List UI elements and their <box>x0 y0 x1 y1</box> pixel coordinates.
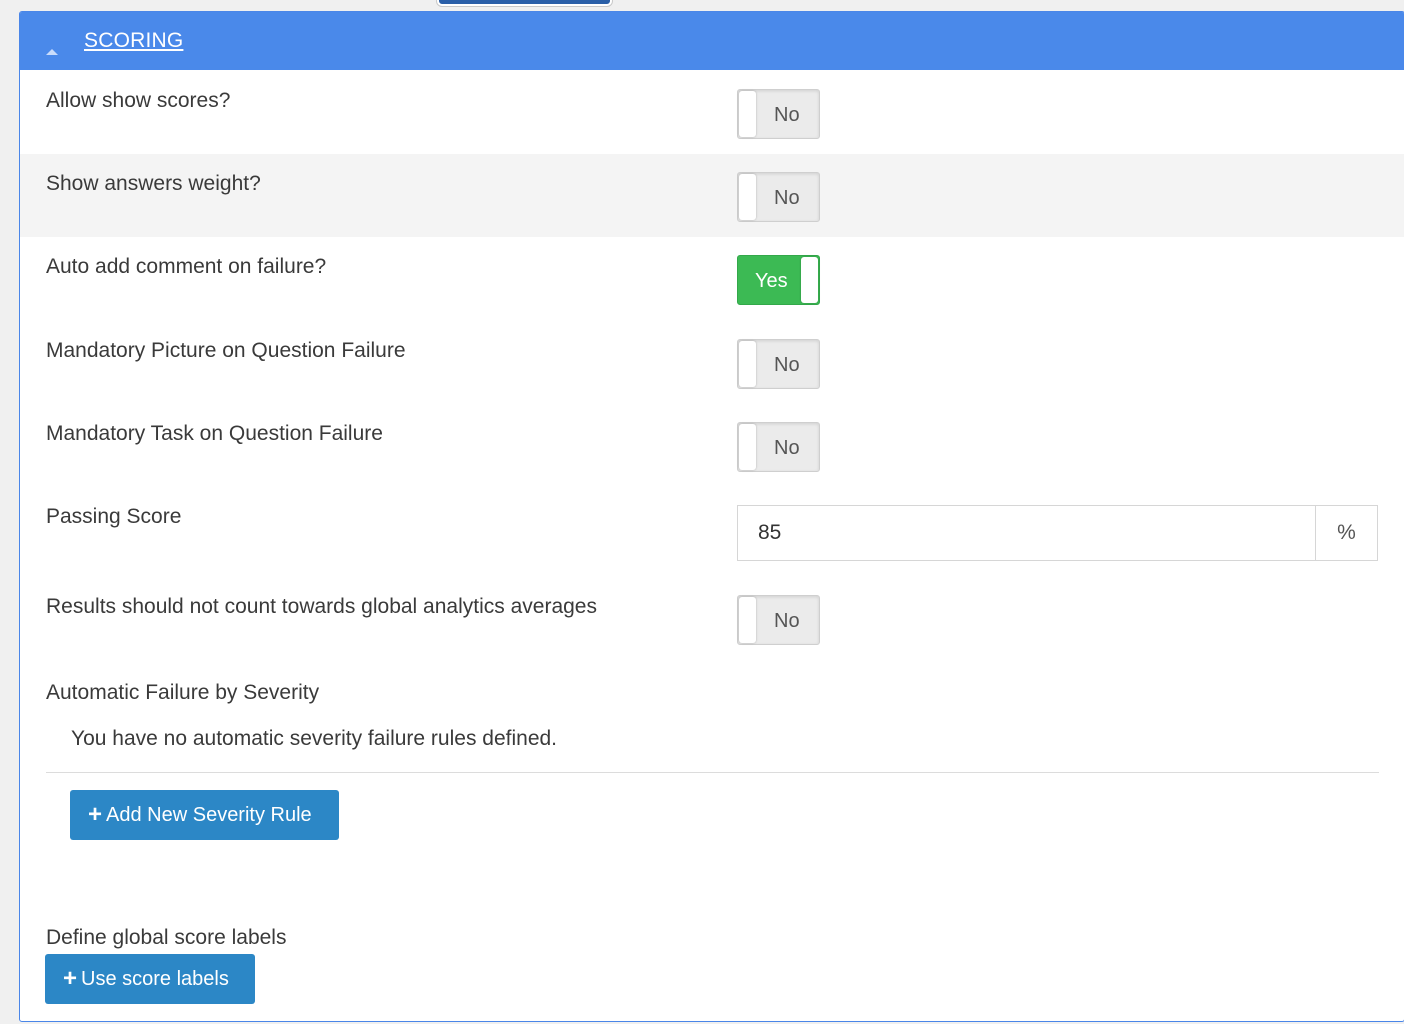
toggle-knob <box>739 424 756 470</box>
passing-score-input[interactable] <box>738 506 1315 560</box>
toggle-state: Yes <box>755 270 788 292</box>
auto-add-comment-toggle[interactable]: Yes <box>737 255 820 305</box>
passing-score-label: Passing Score <box>46 505 182 528</box>
panel-title[interactable]: SCORING <box>84 29 183 53</box>
setting-row-mandatory-picture: Mandatory Picture on Question Failure No <box>20 321 1404 404</box>
toggle-state: No <box>774 187 800 209</box>
add-severity-rule-label: Add New Severity Rule <box>106 803 312 826</box>
mandatory-task-toggle[interactable]: No <box>737 422 820 472</box>
show-answers-weight-toggle[interactable]: No <box>737 172 820 222</box>
setting-row-show-answers-weight: Show answers weight? No <box>20 154 1404 237</box>
setting-label: Show answers weight? <box>46 172 261 195</box>
setting-row-allow-show-scores: Allow show scores? No <box>20 71 1404 154</box>
severity-empty-message: You have no automatic severity failure r… <box>71 727 558 750</box>
setting-label: Results should not count towards global … <box>46 595 597 618</box>
toggle-knob <box>739 91 756 137</box>
panel-header[interactable]: SCORING <box>20 12 1404 70</box>
toggle-knob <box>739 341 756 387</box>
setting-label: Allow show scores? <box>46 89 231 112</box>
use-score-labels-button[interactable]: + Use score labels <box>45 954 255 1004</box>
mandatory-picture-toggle[interactable]: No <box>737 339 820 389</box>
add-severity-rule-button[interactable]: + Add New Severity Rule <box>70 790 339 840</box>
toggle-knob <box>739 597 756 643</box>
setting-row-auto-add-comment: Auto add comment on failure? Yes <box>20 237 1404 320</box>
setting-label: Auto add comment on failure? <box>46 255 327 278</box>
setting-row-mandatory-task: Mandatory Task on Question Failure No <box>20 404 1404 487</box>
caret-up-icon[interactable] <box>46 49 58 55</box>
setting-row-global-analytics: Results should not count towards global … <box>20 577 1404 660</box>
passing-score-group: % <box>737 505 1378 561</box>
toggle-knob <box>739 174 756 220</box>
global-analytics-toggle[interactable]: No <box>737 595 820 645</box>
allow-show-scores-toggle[interactable]: No <box>737 89 820 139</box>
toggle-knob <box>801 257 818 303</box>
toggle-state: No <box>774 610 800 632</box>
setting-label: Mandatory Task on Question Failure <box>46 422 383 445</box>
setting-label: Mandatory Picture on Question Failure <box>46 339 406 362</box>
toggle-state: No <box>774 354 800 376</box>
percent-addon: % <box>1315 506 1377 560</box>
use-score-labels-label: Use score labels <box>81 967 229 990</box>
divider <box>46 772 1379 773</box>
toggle-state: No <box>774 437 800 459</box>
plus-icon: + <box>88 801 103 828</box>
severity-heading: Automatic Failure by Severity <box>46 681 320 704</box>
toggle-state: No <box>774 104 800 126</box>
score-labels-heading: Define global score labels <box>46 926 287 949</box>
scoring-panel: SCORING Allow show scores? No Show answe… <box>19 11 1404 1022</box>
plus-icon: + <box>63 965 78 992</box>
top-tab[interactable] <box>437 0 612 6</box>
